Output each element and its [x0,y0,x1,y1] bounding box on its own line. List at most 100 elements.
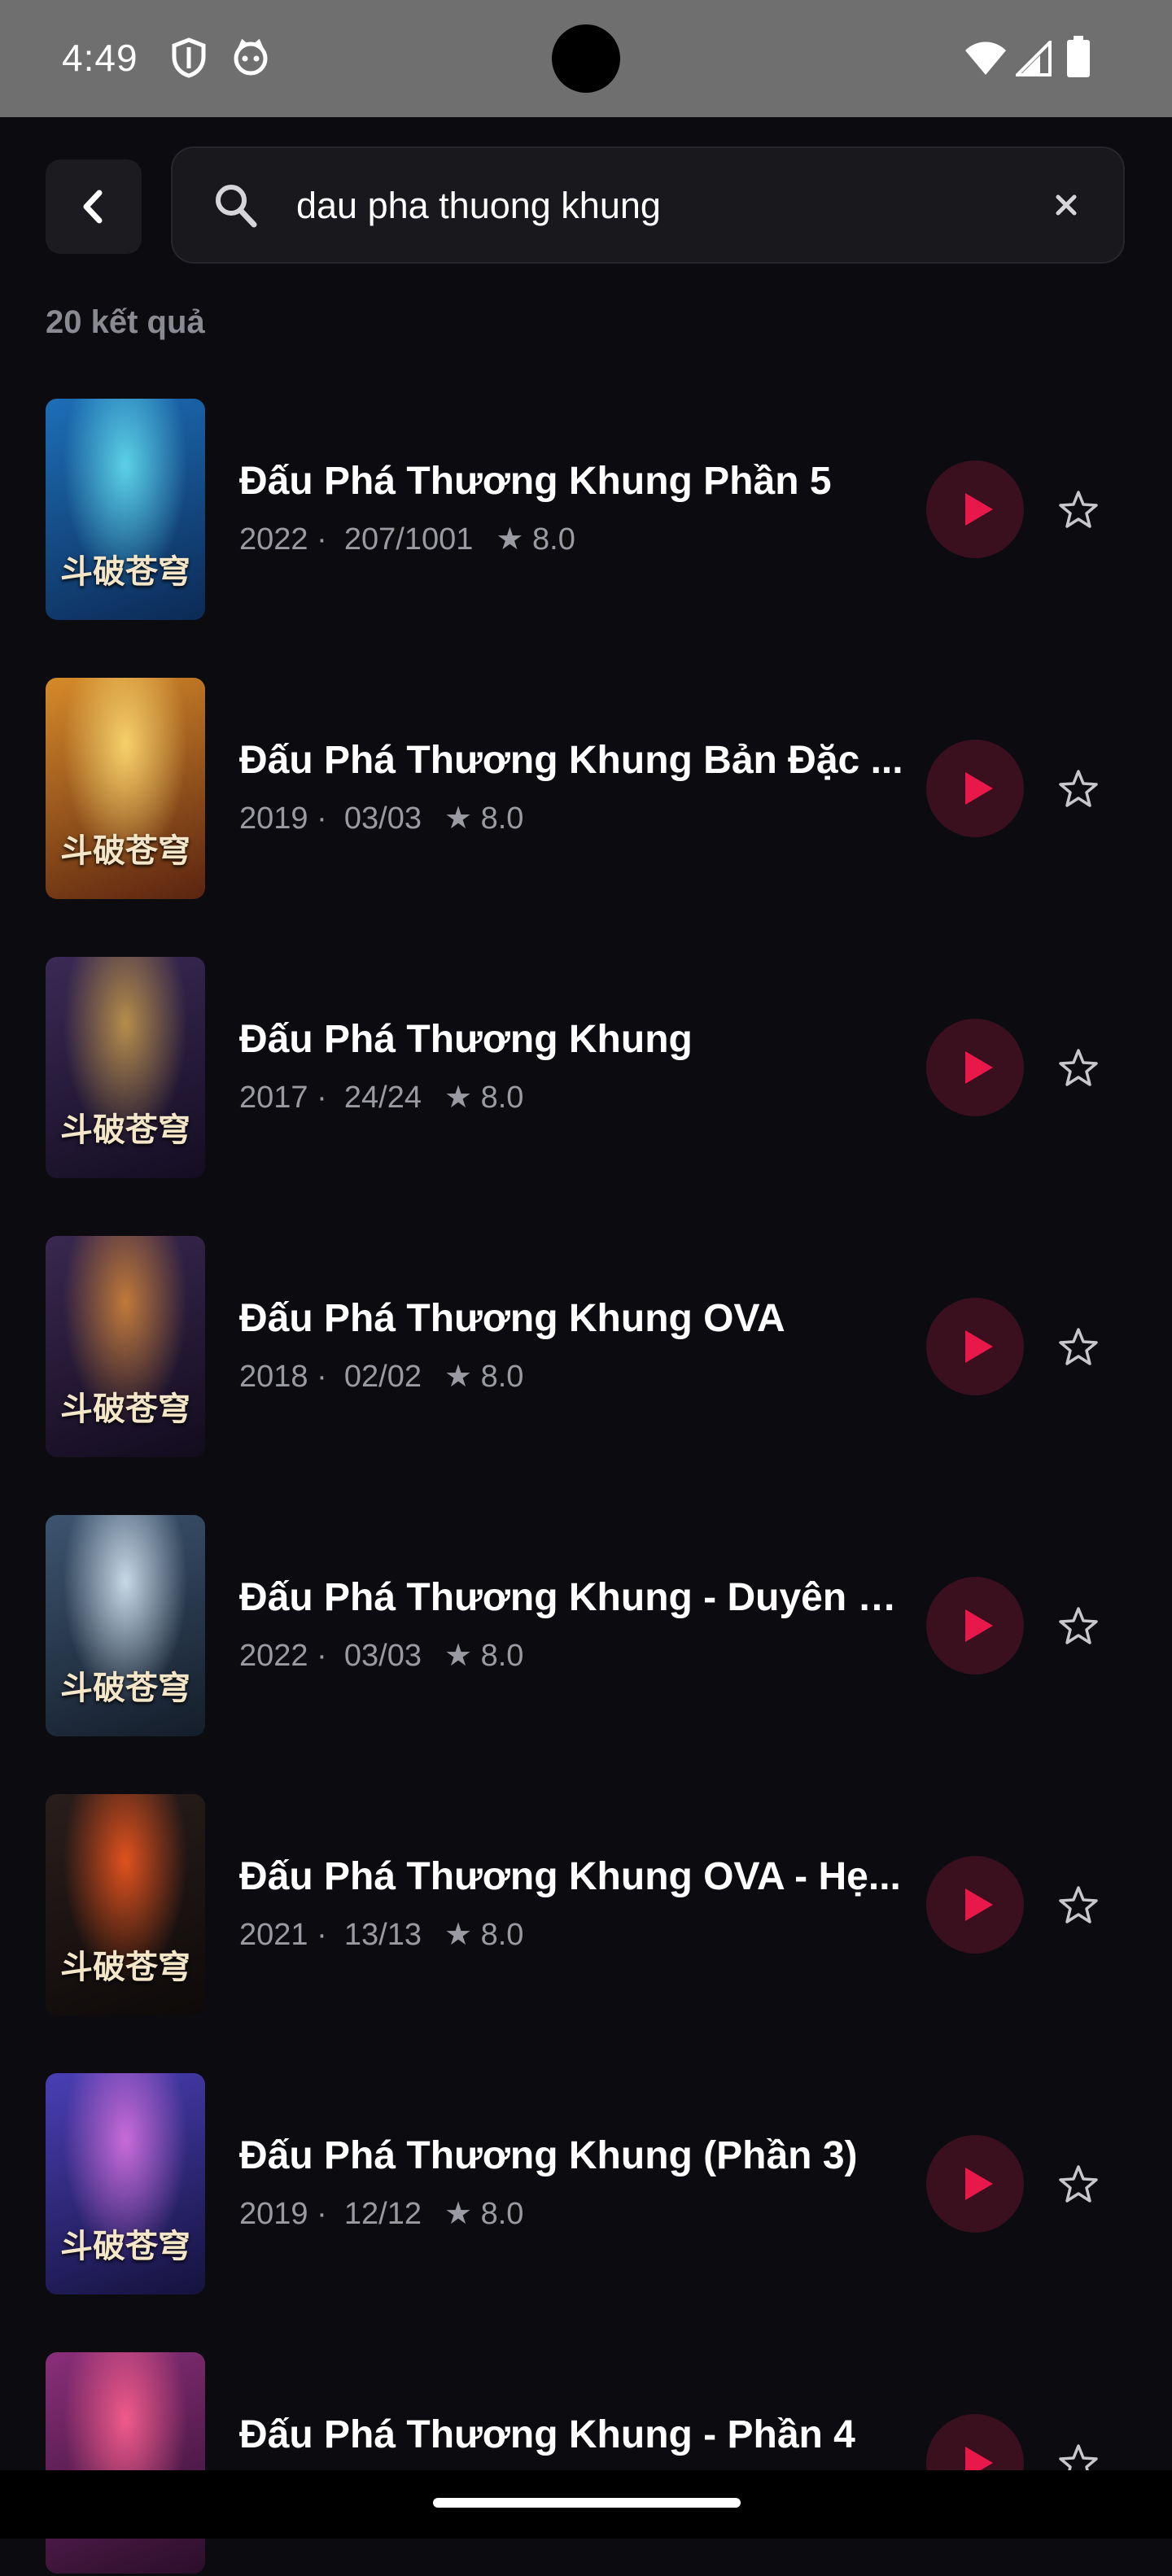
item-title[interactable]: Đấu Phá Thương Khung [239,1017,905,1062]
item-title[interactable]: Đấu Phá Thương Khung Bản Đặc ... [239,738,905,783]
clear-search-icon[interactable] [1052,190,1081,224]
battery-icon [1066,36,1091,82]
poster-logo: 斗破苍穹 [60,1111,190,1149]
play-button[interactable] [926,2135,1024,2233]
item-episodes: 24/24 [343,1081,422,1115]
favorite-button[interactable] [1058,1885,1099,1928]
favorite-button[interactable] [1058,1606,1099,1649]
list-item[interactable]: 斗破苍穹 Đấu Phá Thương Khung Phần 5 2022 · … [0,399,1172,622]
poster-logo: 斗破苍穹 [60,2227,190,2265]
list-item[interactable]: 斗破苍穹 Đấu Phá Thương Khung OVA 2018 · 02/… [0,1236,1172,1460]
item-episodes: 12/12 [343,2197,422,2231]
item-episodes: 207/1001 [343,522,474,557]
play-icon [965,1051,993,1084]
star-outline-icon [1059,1607,1098,1644]
poster-art [46,2352,205,2574]
poster-thumbnail[interactable]: 斗破苍穹 [46,678,205,899]
item-year: 2021 · [239,1918,327,1952]
item-year: 2022 · [239,1639,327,1673]
item-episodes: 03/03 [343,1639,422,1673]
status-time: 4:49 [62,37,138,79]
play-icon [965,772,993,805]
search-icon [212,181,260,235]
play-button[interactable] [926,1298,1024,1395]
star-outline-icon [1059,1328,1098,1365]
favorite-button[interactable] [1058,769,1099,812]
item-meta: 2022 · 03/03 ★ 8.0 [239,1637,523,1674]
poster-logo: 斗破苍穹 [60,552,190,591]
play-button[interactable] [926,1856,1024,1954]
search-header [0,117,1172,280]
favorite-button[interactable] [1058,490,1099,533]
item-year: 2019 · [239,801,327,836]
play-button[interactable] [926,1019,1024,1116]
poster-thumbnail[interactable] [46,2352,205,2574]
favorite-button[interactable] [1058,1327,1099,1370]
app-notification-icon [231,37,270,81]
item-year: 2018 · [239,1360,327,1394]
item-rating: ★ 8.0 [444,801,524,836]
poster-logo: 斗破苍穹 [60,832,190,870]
item-episodes: 13/13 [343,1918,422,1952]
list-item[interactable]: 斗破苍穹 Đấu Phá Thương Khung Bản Đặc ... 20… [0,678,1172,902]
list-item[interactable]: 斗破苍穹 Đấu Phá Thương Khung (Phần 3) 2019 … [0,2073,1172,2297]
star-outline-icon [1059,1886,1098,1923]
item-meta: 2021 · 13/13 ★ 8.0 [239,1916,523,1953]
poster-thumbnail[interactable]: 斗破苍穹 [46,2073,205,2294]
list-item[interactable]: Đấu Phá Thương Khung - Phần 4 [0,2352,1172,2576]
poster-thumbnail[interactable]: 斗破苍穹 [46,957,205,1178]
item-title[interactable]: Đấu Phá Thương Khung OVA [239,1296,905,1341]
poster-logo: 斗破苍穹 [60,1669,190,1707]
play-button[interactable] [926,1577,1024,1674]
item-year: 2017 · [239,1081,327,1115]
poster-thumbnail[interactable]: 斗破苍穹 [46,1236,205,1457]
play-icon [965,493,993,526]
poster-thumbnail[interactable]: 斗破苍穹 [46,399,205,620]
play-icon [965,1888,993,1921]
poster-thumbnail[interactable]: 斗破苍穹 [46,1794,205,2015]
back-button[interactable] [46,159,142,254]
poster-thumbnail[interactable]: 斗破苍穹 [46,1515,205,1736]
wifi-icon [964,39,1008,81]
star-outline-icon [1059,2165,1098,2203]
list-item[interactable]: 斗破苍穹 Đấu Phá Thương Khung - Duyên K... 2… [0,1515,1172,1739]
list-item[interactable]: 斗破苍穹 Đấu Phá Thương Khung OVA - Hẹ... 20… [0,1794,1172,2018]
search-bar[interactable] [171,146,1125,264]
item-title[interactable]: Đấu Phá Thương Khung Phần 5 [239,459,905,504]
favorite-button[interactable] [1058,2164,1099,2207]
play-button[interactable] [926,461,1024,558]
item-meta: 2019 · 12/12 ★ 8.0 [239,2195,523,2232]
item-rating: ★ 8.0 [496,522,575,557]
item-title[interactable]: Đấu Phá Thương Khung OVA - Hẹ... [239,1854,905,1899]
item-title[interactable]: Đấu Phá Thương Khung - Duyên K... [239,1575,905,1620]
item-title[interactable]: Đấu Phá Thương Khung - Phần 4 [239,2412,905,2457]
item-meta: 2019 · 03/03 ★ 8.0 [239,800,523,836]
play-button[interactable] [926,740,1024,837]
signal-icon [1013,38,1052,81]
status-bar: 4:49 [0,0,1172,117]
item-year: 2022 · [239,522,327,557]
item-rating: ★ 8.0 [444,1360,524,1394]
favorite-button[interactable] [1058,1048,1099,1091]
chevron-left-icon [83,190,103,224]
home-gesture-handle[interactable] [433,2498,741,2508]
item-rating: ★ 8.0 [444,1081,524,1115]
item-meta: 2022 · 207/1001 ★ 8.0 [239,521,575,557]
play-icon [965,2168,993,2200]
vpn-shield-icon [171,37,207,82]
result-count: 20 kết quả [46,304,205,340]
poster-logo: 斗破苍穹 [60,1390,190,1428]
star-outline-icon [1059,491,1098,528]
play-icon [965,1609,993,1642]
item-episodes: 03/03 [343,801,422,836]
item-year: 2019 · [239,2197,327,2231]
item-title[interactable]: Đấu Phá Thương Khung (Phần 3) [239,2133,905,2178]
star-outline-icon [1059,1049,1098,1086]
search-input[interactable] [295,172,1014,239]
star-outline-icon [1059,770,1098,807]
item-episodes: 02/02 [343,1360,422,1394]
system-nav-bar [0,2470,1172,2539]
poster-logo: 斗破苍穹 [60,1948,190,1986]
item-rating: ★ 8.0 [444,1918,524,1952]
list-item[interactable]: 斗破苍穹 Đấu Phá Thương Khung 2017 · 24/24 ★ … [0,957,1172,1181]
